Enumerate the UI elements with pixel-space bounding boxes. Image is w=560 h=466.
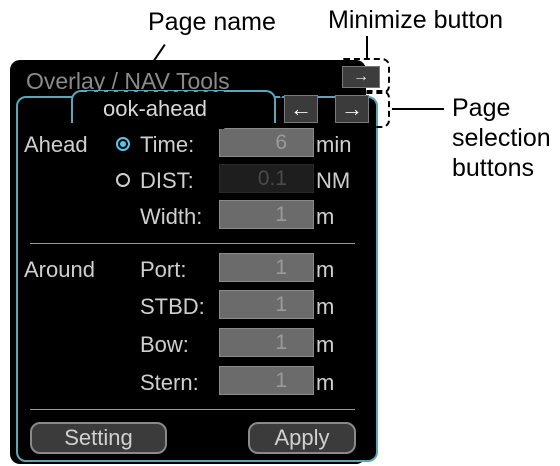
stern-field[interactable]: 1: [219, 366, 314, 395]
bow-label: Bow:: [140, 332, 189, 357]
page-name-callout: Page name: [148, 8, 276, 36]
minimize-button-callout: Minimize button: [328, 6, 504, 34]
bow-field[interactable]: 1: [219, 328, 314, 357]
page-name-highlight: [80, 91, 232, 129]
stbd-unit: m: [316, 294, 335, 319]
minimize-highlight: [336, 58, 390, 94]
apply-button[interactable]: Apply: [248, 422, 356, 454]
dist-label: DIST:: [140, 168, 194, 193]
page-selection-callout-line1: Page: [452, 94, 511, 122]
bow-unit: m: [316, 332, 335, 357]
dist-field: 0.1: [219, 164, 314, 193]
page-selection-callout-line2: selection: [452, 124, 551, 152]
stern-unit: m: [316, 370, 335, 395]
width-unit: m: [316, 204, 335, 229]
ahead-section-label: Ahead: [24, 132, 88, 157]
width-label: Width:: [140, 204, 203, 229]
stern-label: Stern:: [140, 370, 199, 395]
stbd-label: STBD:: [140, 294, 205, 319]
port-field[interactable]: 1: [219, 253, 314, 282]
width-field[interactable]: 1: [219, 200, 314, 229]
time-label: Time:: [140, 132, 195, 157]
time-radio[interactable]: [116, 137, 130, 151]
port-unit: m: [316, 257, 335, 282]
around-section-label: Around: [24, 257, 95, 282]
page-selection-highlight: [280, 90, 390, 128]
page-selection-leader: [392, 108, 444, 110]
section-divider-top: [30, 243, 355, 244]
stbd-field[interactable]: 1: [219, 290, 314, 319]
time-field[interactable]: 6: [219, 128, 314, 157]
minimize-leader: [366, 36, 368, 58]
port-label: Port:: [140, 257, 187, 282]
setting-button[interactable]: Setting: [30, 422, 167, 454]
dist-unit: NM: [316, 168, 351, 193]
time-unit: min: [316, 132, 352, 157]
section-divider-bottom: [30, 409, 355, 410]
dist-radio[interactable]: [116, 173, 130, 187]
page-selection-callout-line3: buttons: [452, 154, 535, 182]
